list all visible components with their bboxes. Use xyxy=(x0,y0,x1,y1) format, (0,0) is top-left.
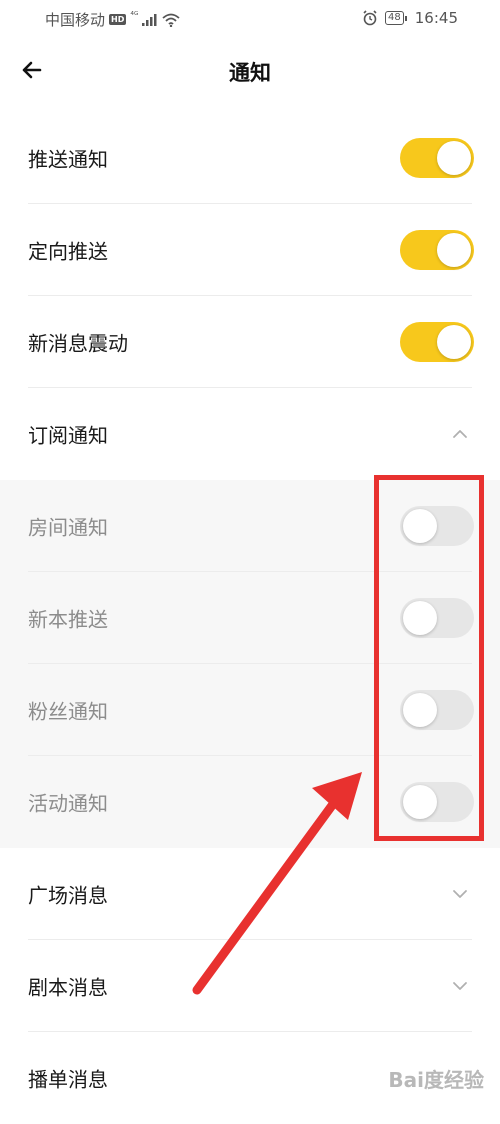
chevron-down-icon[interactable] xyxy=(450,976,470,996)
setting-label: 推送通知 xyxy=(28,147,108,172)
alarm-icon xyxy=(363,10,377,26)
subscription-label: 新本推送 xyxy=(28,607,108,632)
setting-label: 定向推送 xyxy=(28,239,108,264)
setting-row-push: 推送通知 xyxy=(0,112,500,204)
annotation-highlight-box xyxy=(374,475,484,841)
network-label: ⁴ᴳ xyxy=(130,10,139,21)
section-label: 订阅通知 xyxy=(28,423,108,448)
section-label: 剧本消息 xyxy=(28,975,108,1000)
new-message-vibrate-toggle[interactable] xyxy=(400,322,474,362)
header: 通知 xyxy=(0,38,500,106)
page-title: 通知 xyxy=(229,61,271,85)
watermark-logo: Bai度经验 xyxy=(388,1064,484,1093)
toggle-knob xyxy=(437,141,471,175)
toggle-knob xyxy=(437,233,471,267)
chevron-down-icon[interactable] xyxy=(450,884,470,904)
wifi-icon xyxy=(162,13,180,27)
setting-row-vibrate: 新消息震动 xyxy=(0,296,500,388)
status-bar: 中国移动 HD ⁴ᴳ 48 16:45 xyxy=(0,0,500,38)
signal-icon xyxy=(142,13,157,26)
section-square-messages[interactable]: 广场消息 xyxy=(0,848,500,940)
section-label: 播单消息 xyxy=(28,1067,108,1092)
subscription-label: 活动通知 xyxy=(28,791,108,816)
section-script-messages[interactable]: 剧本消息 xyxy=(0,940,500,1032)
chevron-up-icon[interactable] xyxy=(450,424,470,444)
subscription-label: 粉丝通知 xyxy=(28,699,108,724)
toggle-knob xyxy=(437,325,471,359)
setting-row-directed-push: 定向推送 xyxy=(0,204,500,296)
subscription-label: 房间通知 xyxy=(28,515,108,540)
battery-indicator: 48 xyxy=(385,11,407,25)
section-label: 广场消息 xyxy=(28,883,108,908)
section-subscription-header[interactable]: 订阅通知 xyxy=(0,388,500,480)
status-right: 48 16:45 xyxy=(362,9,458,27)
setting-label: 新消息震动 xyxy=(28,331,128,356)
push-notification-toggle[interactable] xyxy=(400,138,474,178)
hd-badge: HD xyxy=(109,14,127,25)
directed-push-toggle[interactable] xyxy=(400,230,474,270)
clock: 16:45 xyxy=(414,9,458,27)
carrier-label: 中国移动 xyxy=(45,11,106,29)
watermark-text: Bai度经验 xyxy=(388,1068,484,1092)
status-left: 中国移动 HD ⁴ᴳ xyxy=(45,9,180,30)
